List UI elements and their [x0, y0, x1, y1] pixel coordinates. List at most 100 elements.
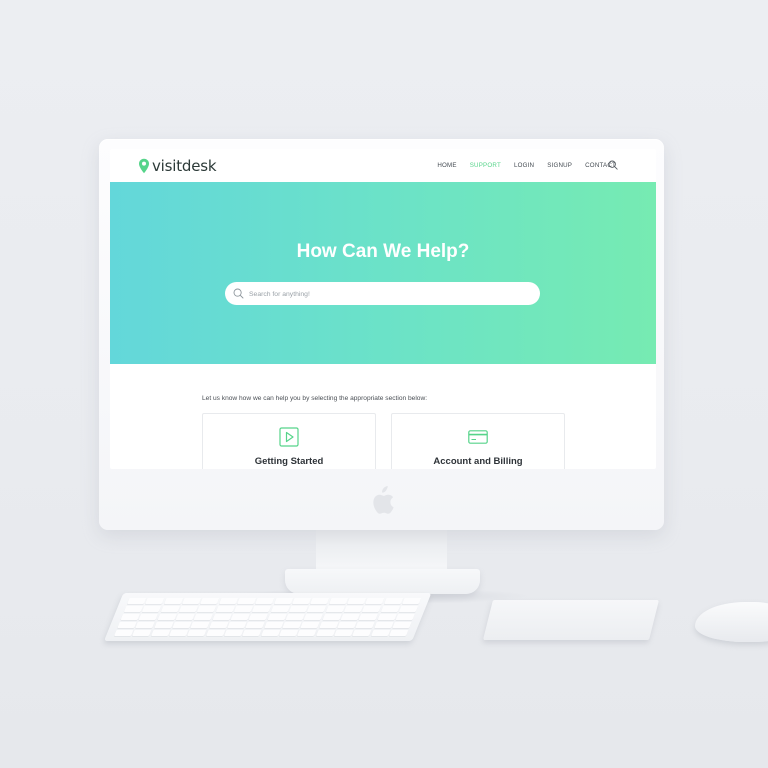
keyboard-key: [392, 621, 412, 629]
keyboard-key: [401, 598, 422, 605]
keyboard-key: [270, 605, 290, 613]
nav-item-login[interactable]: LOGIN: [514, 162, 534, 169]
keyboard-key: [255, 598, 275, 605]
keyboard-key: [175, 613, 195, 621]
keyboard-key: [126, 598, 147, 605]
keyboard-key: [346, 598, 367, 605]
keyboard-key: [215, 605, 235, 613]
site-header: visitdesk HOME SUPPORT LOGIN SIGNUP CONT…: [110, 149, 656, 183]
keyboard-key: [123, 605, 144, 613]
keyboard-key: [200, 598, 220, 605]
card-account-billing[interactable]: Account and Billing: [391, 413, 565, 469]
card-title: Getting Started: [254, 456, 324, 467]
keyboard: [104, 593, 432, 641]
keyboard-key: [141, 605, 162, 613]
keyboard-key: [377, 613, 397, 621]
keyboard-key: [352, 629, 372, 636]
keyboard-key: [374, 621, 394, 629]
keyboard-key: [132, 629, 152, 636]
keyboard-key: [138, 613, 159, 621]
nav-item-signup[interactable]: SIGNUP: [547, 162, 572, 169]
website-screen: visitdesk HOME SUPPORT LOGIN SIGNUP CONT…: [110, 149, 656, 469]
map-pin-icon: [139, 158, 149, 174]
keyboard-key: [117, 621, 137, 629]
keyboard-key: [196, 605, 217, 613]
keyboard-key: [370, 629, 391, 636]
search-icon: [233, 288, 244, 299]
keyboard-key: [260, 629, 281, 636]
keyboard-key: [248, 613, 269, 621]
keyboard-key: [291, 598, 312, 605]
card-getting-started[interactable]: Getting Started: [202, 413, 376, 469]
keyboard-key: [362, 605, 382, 613]
keyboard-key: [163, 598, 183, 605]
keyboard-key: [236, 598, 257, 605]
credit-card-icon: [468, 430, 488, 444]
keyboard-key: [135, 621, 155, 629]
trackpad: [483, 600, 659, 640]
keyboard-key: [355, 621, 376, 629]
keyboard-key: [307, 605, 327, 613]
keyboard-key: [205, 629, 226, 636]
keyboard-key: [273, 598, 293, 605]
keyboard-key: [224, 629, 244, 636]
keyboard-key: [303, 613, 324, 621]
search-icon[interactable]: [608, 160, 618, 170]
keyboard-key: [318, 621, 339, 629]
play-icon: [279, 427, 299, 447]
keyboard-key: [325, 605, 345, 613]
apple-logo-icon: [373, 486, 394, 514]
card-title: Account and Billing: [433, 456, 523, 467]
keyboard-key: [227, 621, 247, 629]
keyboard-key: [245, 621, 266, 629]
keyboard-key: [328, 598, 348, 605]
keyboard-key: [193, 613, 214, 621]
keyboard-key: [233, 605, 254, 613]
keyboard-key: [218, 598, 238, 605]
keyboard-key: [285, 613, 305, 621]
keyboard-key: [279, 629, 299, 636]
keyboard-keys: [114, 598, 422, 636]
keyboard-key: [242, 629, 262, 636]
keyboard-key: [150, 629, 171, 636]
keyboard-key: [282, 621, 302, 629]
hero-title: How Can We Help?: [296, 241, 470, 262]
keyboard-key: [208, 621, 229, 629]
brand-logo[interactable]: visitdesk: [138, 157, 217, 175]
intro-text: Let us know how we can help you by selec…: [202, 395, 428, 402]
nav-item-support[interactable]: SUPPORT: [470, 162, 501, 169]
brand-name: visitdesk: [152, 157, 217, 175]
keyboard-key: [267, 613, 287, 621]
keyboard-key: [181, 598, 202, 605]
keyboard-key: [263, 621, 284, 629]
keyboard-key: [297, 629, 317, 636]
keyboard-key: [230, 613, 250, 621]
keyboard-key: [337, 621, 357, 629]
keyboard-key: [178, 605, 199, 613]
keyboard-key: [395, 613, 415, 621]
keyboard-key: [383, 598, 404, 605]
keyboard-key: [365, 598, 385, 605]
mouse: [695, 602, 768, 642]
help-search-input[interactable]: [247, 286, 531, 303]
keyboard-key: [169, 629, 189, 636]
help-search-bar[interactable]: [225, 282, 540, 305]
nav-item-home[interactable]: HOME: [437, 162, 456, 169]
keyboard-key: [212, 613, 232, 621]
keyboard-key: [343, 605, 364, 613]
keyboard-key: [252, 605, 272, 613]
keyboard-key: [187, 629, 207, 636]
hero-banner: How Can We Help?: [110, 182, 656, 364]
keyboard-key: [334, 629, 354, 636]
keyboard-key: [172, 621, 192, 629]
keyboard-key: [160, 605, 180, 613]
keyboard-key: [157, 613, 177, 621]
keyboard-key: [288, 605, 309, 613]
keyboard-key: [398, 605, 419, 613]
monitor-stand-base: [285, 569, 480, 594]
keyboard-key: [358, 613, 379, 621]
keyboard-key: [310, 598, 330, 605]
keyboard-key: [315, 629, 336, 636]
keyboard-key: [322, 613, 342, 621]
keyboard-key: [145, 598, 165, 605]
